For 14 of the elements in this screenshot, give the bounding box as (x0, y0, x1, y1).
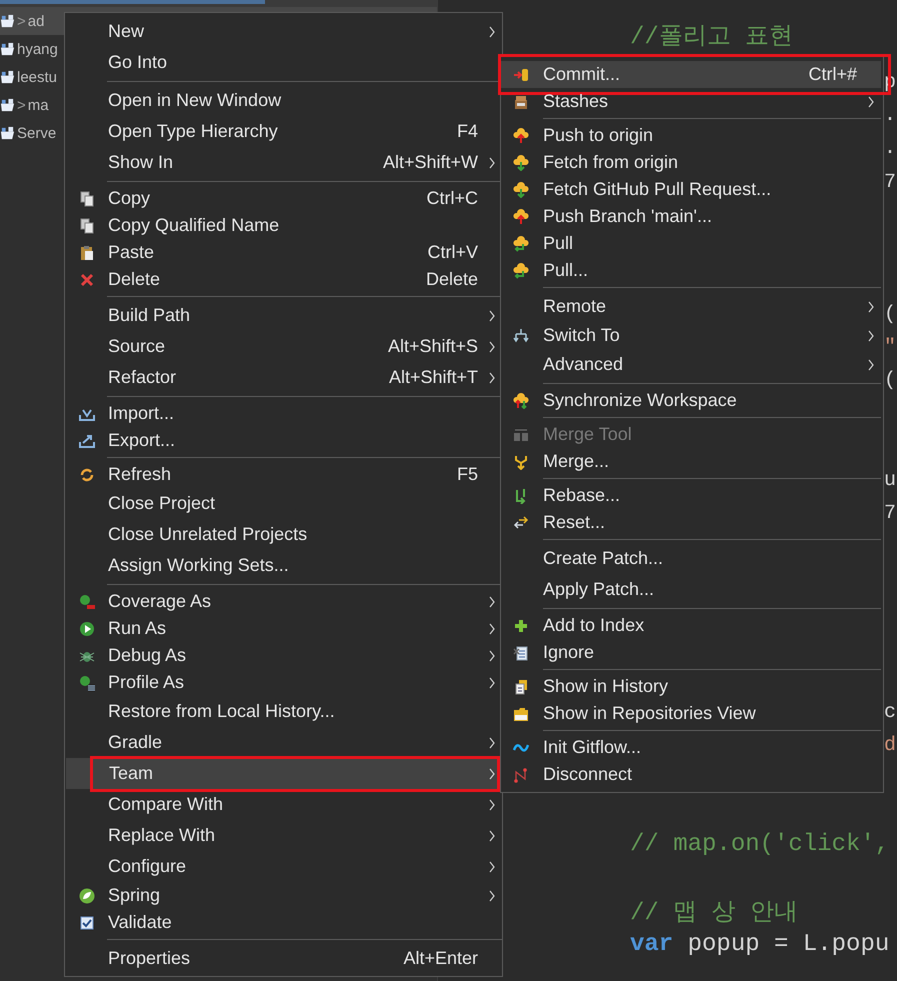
code-line: . (884, 137, 896, 160)
code-line: ( (884, 369, 896, 392)
code-line: 7 (884, 502, 896, 526)
code-line: // map.on('click', (630, 831, 890, 858)
code-line: " (884, 336, 896, 360)
code-line: d (884, 734, 896, 758)
code-line: c (884, 700, 896, 724)
code-line: 7 (884, 170, 896, 194)
code-line: . (884, 104, 896, 128)
code-line: var popup = L.popu (630, 930, 890, 958)
code-line: u (884, 468, 896, 492)
code-line: ( (884, 303, 896, 326)
code-line: //폴리고 표현 (630, 23, 794, 51)
code-line: // 맵 상 안내 (630, 899, 798, 928)
